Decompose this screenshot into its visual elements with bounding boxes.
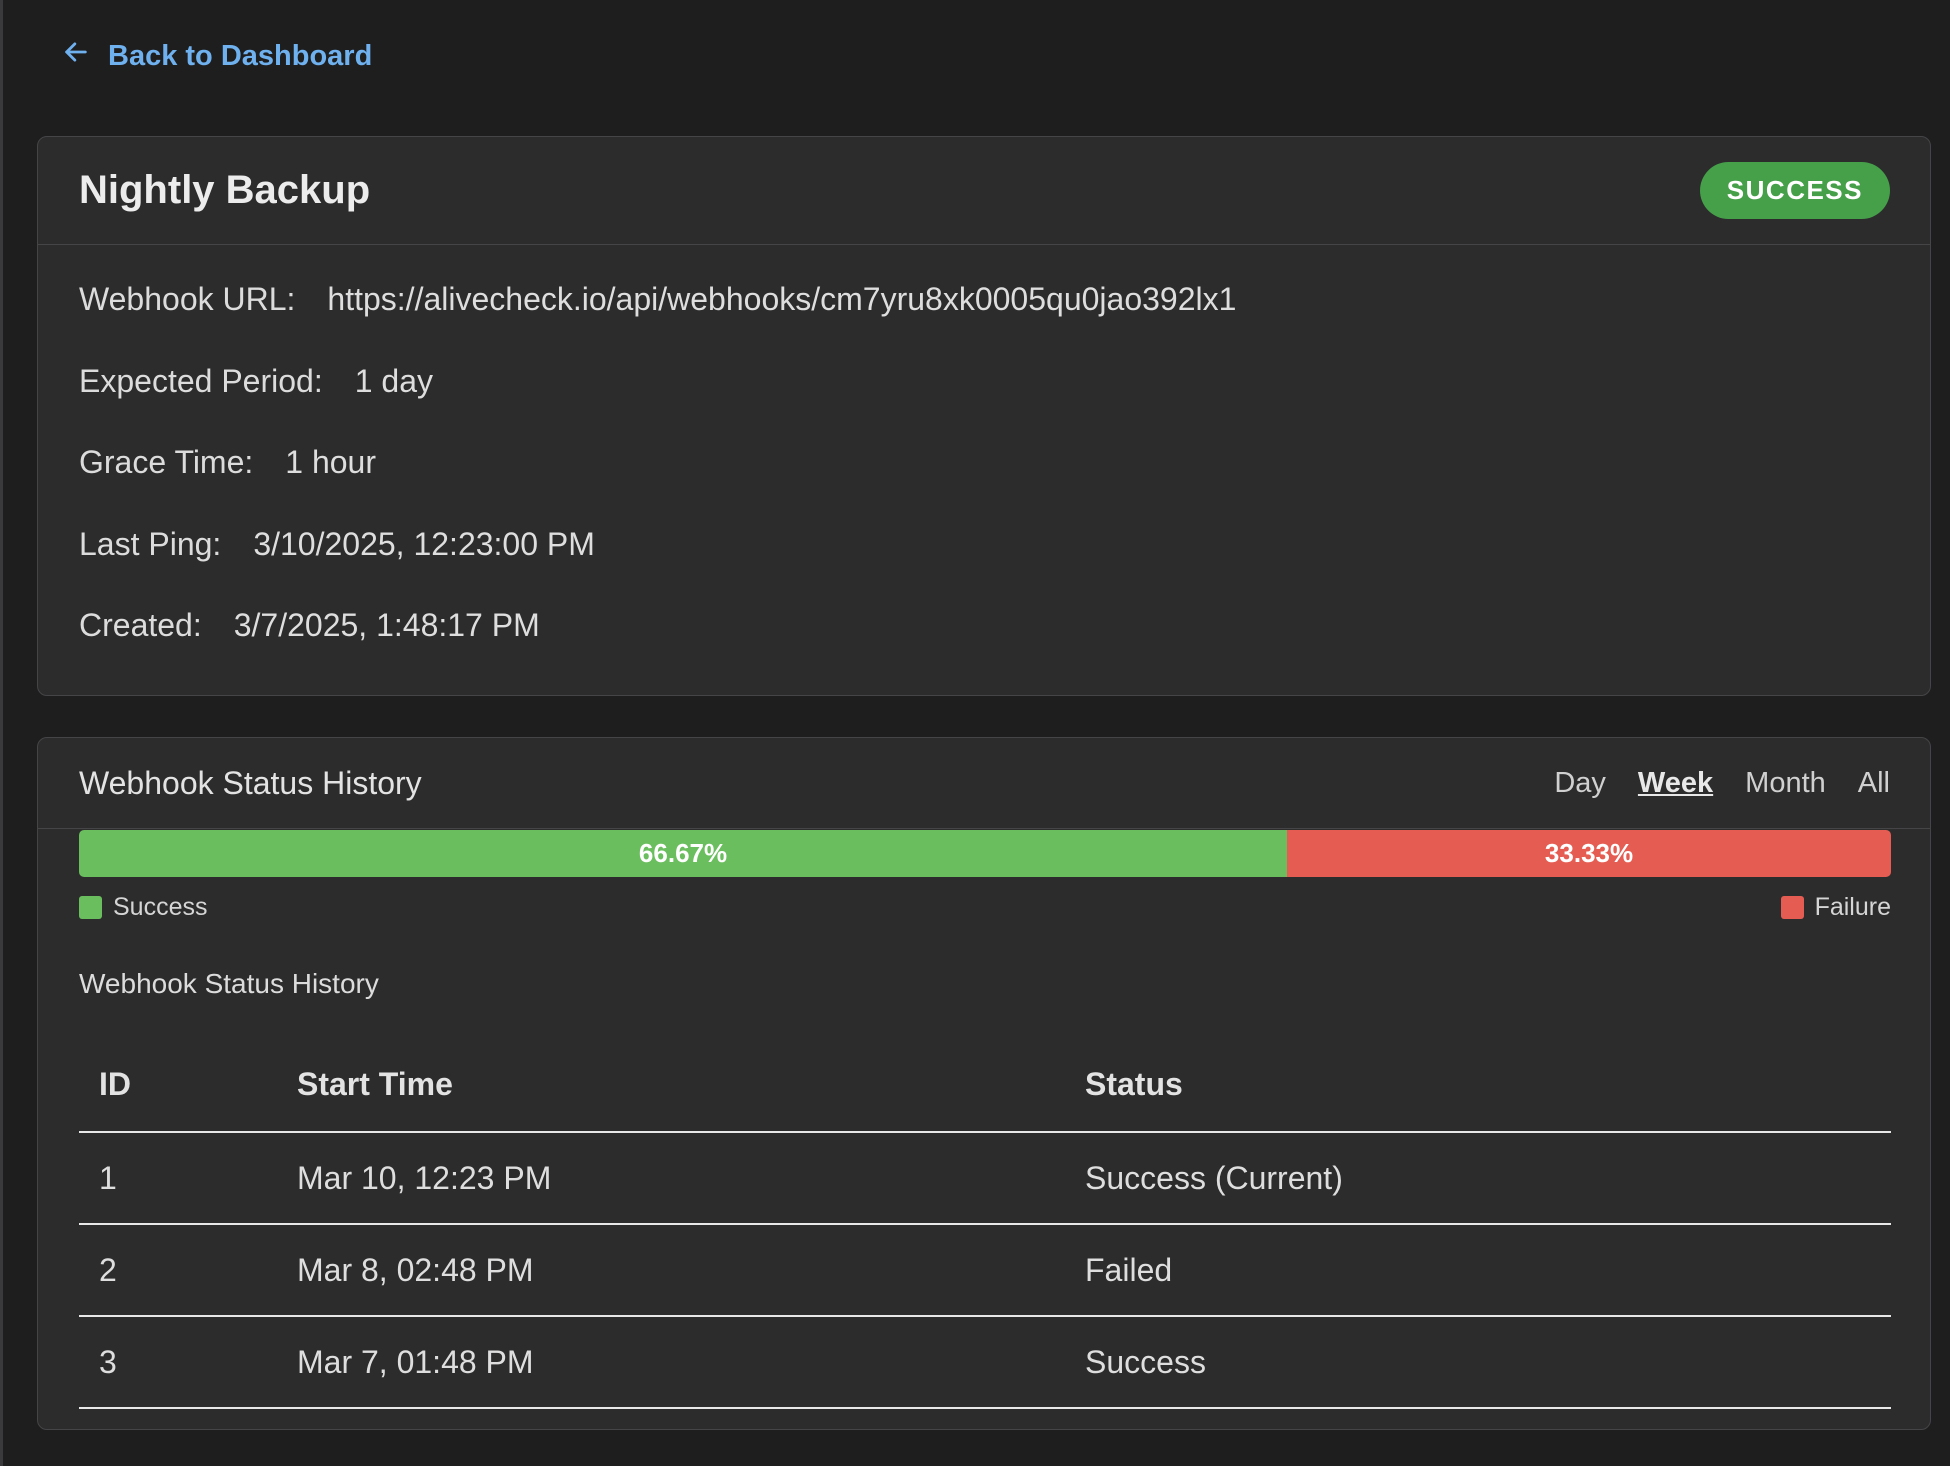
row-status: Failed [1065, 1224, 1891, 1317]
status-history-card: Webhook Status History Day Week Month Al… [37, 737, 1931, 1430]
detail-label: Webhook URL: [79, 281, 296, 317]
column-header-id: ID [79, 1038, 277, 1133]
expected-period-value: 1 day [354, 362, 433, 399]
table-row: 3 Mar 7, 01:48 PM Success [79, 1316, 1891, 1409]
history-title: Webhook Status History [79, 764, 422, 801]
detail-label: Expected Period: [79, 362, 323, 399]
tab-day[interactable]: Day [1554, 767, 1606, 800]
table-header-row: ID Start Time Status [79, 1038, 1891, 1133]
column-header-start-time: Start Time [277, 1038, 1065, 1133]
legend-success: Success [79, 893, 207, 922]
detail-row-webhook-url: Webhook URL: https://alivecheck.io/api/w… [79, 275, 1889, 357]
row-id: 2 [79, 1224, 277, 1317]
detail-label: Grace Time: [79, 444, 254, 480]
ratio-legend: Success Failure [79, 893, 1891, 922]
row-id: 3 [79, 1316, 277, 1409]
row-start-time: Mar 10, 12:23 PM [277, 1132, 1065, 1225]
tab-week[interactable]: Week [1638, 767, 1713, 800]
success-ratio-bar: 66.67% 33.33% [79, 830, 1891, 877]
detail-row-expected-period: Expected Period: 1 day [79, 357, 1889, 439]
success-swatch [79, 896, 102, 919]
back-link-label: Back to Dashboard [108, 39, 373, 72]
success-segment: 66.67% [79, 830, 1288, 877]
row-status: Success (Current) [1065, 1132, 1891, 1225]
table-row: 2 Mar 8, 02:48 PM Failed [79, 1224, 1891, 1317]
last-ping-value: 3/10/2025, 12:23:00 PM [253, 525, 595, 562]
detail-label: Created: [79, 607, 202, 643]
detail-row-grace-time: Grace Time: 1 hour [79, 438, 1889, 520]
back-to-dashboard-link[interactable]: Back to Dashboard [62, 38, 372, 74]
grace-time-value: 1 hour [285, 444, 376, 480]
arrow-left-icon [62, 38, 90, 74]
webhook-url-value[interactable]: https://alivecheck.io/api/webhooks/cm7yr… [327, 275, 1236, 323]
failure-segment: 33.33% [1287, 830, 1891, 877]
detail-row-created: Created: 3/7/2025, 1:48:17 PM [79, 601, 1889, 683]
window-edge [0, 0, 3, 1466]
row-start-time: Mar 8, 02:48 PM [277, 1224, 1065, 1317]
row-id: 1 [79, 1132, 277, 1225]
column-header-status: Status [1065, 1038, 1891, 1133]
monitor-header: Nightly Backup SUCCESS [38, 137, 1930, 245]
failure-swatch [1780, 896, 1804, 919]
monitor-details: Webhook URL: https://alivecheck.io/api/w… [38, 245, 1930, 683]
created-value: 3/7/2025, 1:48:17 PM [233, 607, 540, 643]
legend-failure: Failure [1780, 893, 1891, 922]
legend-failure-label: Failure [1814, 893, 1891, 921]
detail-row-last-ping: Last Ping: 3/10/2025, 12:23:00 PM [79, 520, 1889, 602]
monitor-title: Nightly Backup [79, 168, 371, 212]
status-badge: SUCCESS [1699, 162, 1890, 219]
row-status: Success [1065, 1316, 1891, 1409]
tab-month[interactable]: Month [1745, 767, 1826, 800]
tab-all[interactable]: All [1858, 767, 1890, 800]
range-tabs: Day Week Month All [1554, 767, 1890, 800]
detail-label: Last Ping: [79, 525, 222, 562]
status-history-table: ID Start Time Status 1 Mar 10, 12:23 PM … [79, 1038, 1891, 1409]
table-row: 1 Mar 10, 12:23 PM Success (Current) [79, 1132, 1891, 1225]
row-start-time: Mar 7, 01:48 PM [277, 1316, 1065, 1409]
history-header: Webhook Status History Day Week Month Al… [38, 738, 1930, 829]
history-table-title: Webhook Status History [79, 968, 379, 999]
monitor-details-card: Nightly Backup SUCCESS Webhook URL: http… [37, 136, 1931, 696]
legend-success-label: Success [113, 893, 208, 921]
